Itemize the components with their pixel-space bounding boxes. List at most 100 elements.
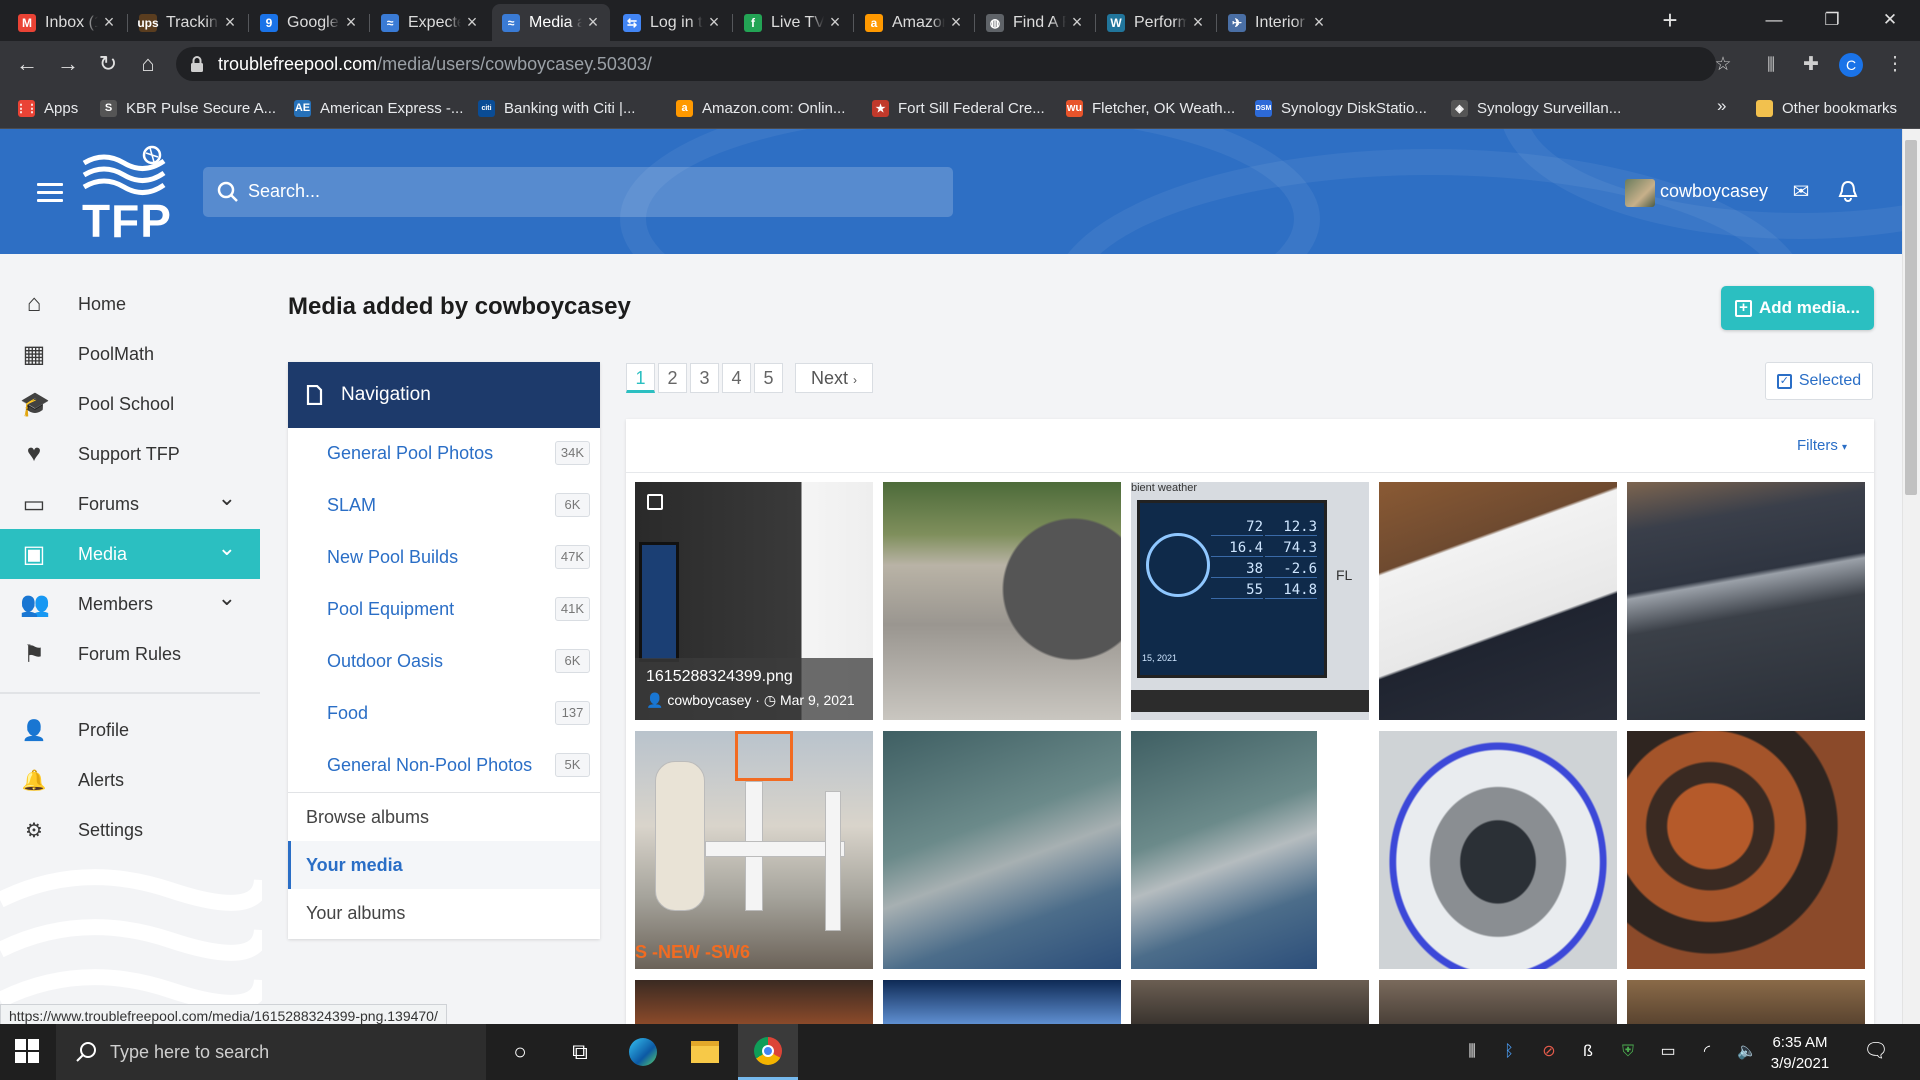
media-category-link[interactable]: Pool Equipment — [327, 599, 454, 620]
media-thumbnail[interactable] — [1379, 980, 1617, 1024]
sidebar-item-settings[interactable]: ⚙ Settings — [0, 805, 260, 855]
browser-tab[interactable]: f Live TV -× — [734, 4, 852, 41]
browser-tab[interactable]: ⇆ Log in to I× — [613, 4, 731, 41]
username-link[interactable]: cowboycasey — [1660, 181, 1768, 202]
close-tab-icon[interactable]: × — [461, 12, 483, 33]
nav-link-browse-albums[interactable]: Browse albums — [288, 793, 600, 841]
hamburger-menu-icon[interactable] — [37, 183, 63, 202]
browser-tab[interactable]: ≈ Media ado× — [492, 4, 610, 41]
next-page-button[interactable]: Next › — [795, 363, 873, 393]
close-tab-icon[interactable]: × — [98, 12, 120, 33]
sidebar-item-forums[interactable]: ▭ Forums ⌄ — [0, 479, 260, 529]
page-3-button[interactable]: 3 — [690, 363, 719, 393]
nav-link-your-albums[interactable]: Your albums — [288, 889, 600, 937]
media-thumbnail[interactable] — [1379, 482, 1617, 720]
media-thumbnail[interactable] — [1627, 482, 1865, 720]
nav-link-your-media[interactable]: Your media — [288, 841, 600, 889]
browser-tab[interactable]: W Performix× — [1097, 4, 1215, 41]
bookmark-item[interactable]: citi Banking with Citi |... — [478, 94, 635, 122]
reload-icon[interactable]: ↻ — [93, 49, 123, 79]
bluetooth-icon[interactable]: ᛒ — [1497, 1040, 1521, 1064]
minimize-window-button[interactable]: — — [1746, 0, 1802, 41]
notifications-icon[interactable]: 🗨 — [1862, 1038, 1890, 1064]
page-2-button[interactable]: 2 — [658, 363, 687, 393]
close-tab-icon[interactable]: × — [340, 12, 362, 33]
chrome-menu-icon[interactable]: ⋮ — [1882, 52, 1908, 78]
extension-bars-icon[interactable]: ⫼ — [1758, 52, 1784, 78]
select-checkbox[interactable] — [647, 494, 663, 510]
windows-start-icon[interactable] — [14, 1038, 40, 1064]
bookmark-item[interactable]: ⋮⋮ Apps — [16, 94, 78, 122]
add-media-button[interactable]: + Add media... — [1721, 286, 1874, 330]
sidebar-item-home[interactable]: ⌂ Home — [0, 279, 260, 329]
other-bookmarks[interactable]: Other bookmarks — [1756, 94, 1897, 122]
browser-tab[interactable]: ≈ Expected I× — [371, 4, 489, 41]
selected-toggle-button[interactable]: ✓ Selected — [1765, 362, 1873, 400]
alerts-bell-icon[interactable] — [1836, 180, 1860, 204]
lock-icon[interactable] — [190, 55, 204, 73]
close-tab-icon[interactable]: × — [824, 12, 846, 33]
sidebar-item-profile[interactable]: 👤 Profile — [0, 705, 260, 755]
bookmark-item[interactable]: a Amazon.com: Onlin... — [676, 94, 845, 122]
browser-tab[interactable]: 9 Google Ca× — [250, 4, 368, 41]
extensions-puzzle-icon[interactable]: ✚ — [1798, 52, 1824, 78]
security-alert-icon[interactable]: ⊘ — [1537, 1040, 1561, 1064]
task-view-icon[interactable]: ⧉ — [550, 1024, 610, 1080]
media-filename[interactable]: 1615288324399.png — [646, 668, 793, 686]
user-avatar[interactable] — [1625, 179, 1655, 207]
home-button-icon[interactable]: ⌂ — [133, 49, 163, 79]
media-thumbnail[interactable] — [883, 731, 1121, 969]
media-thumbnail[interactable] — [1627, 980, 1865, 1024]
media-category-link[interactable]: Food — [327, 703, 368, 724]
media-thumbnail[interactable] — [883, 980, 1121, 1024]
media-category-link[interactable]: Outdoor Oasis — [327, 651, 443, 672]
sidebar-item-poolmath[interactable]: ▦ PoolMath — [0, 329, 260, 379]
bookmark-item[interactable]: ◈ Synology Surveillan... — [1451, 94, 1621, 122]
close-tab-icon[interactable]: × — [1066, 12, 1088, 33]
edge-browser-icon[interactable] — [613, 1024, 673, 1080]
close-tab-icon[interactable]: × — [1308, 12, 1330, 33]
page-4-button[interactable]: 4 — [722, 363, 751, 393]
sidebar-item-pool-school[interactable]: 🎓 Pool School — [0, 379, 260, 429]
media-category-link[interactable]: General Non-Pool Photos — [327, 755, 532, 776]
close-tab-icon[interactable]: × — [945, 12, 967, 33]
scrollbar-thumb[interactable] — [1905, 140, 1917, 495]
volume-icon[interactable]: 🔈 — [1735, 1040, 1759, 1064]
bookmark-item[interactable]: AE American Express -... — [294, 94, 463, 122]
media-thumbnail[interactable]: bient weather 72 12.316.4 74.338 -2.655 14.8… — [1131, 482, 1369, 720]
wifi-icon[interactable]: ◜ — [1695, 1040, 1719, 1064]
taskbar-clock[interactable]: 6:35 AM 3/9/2021 — [1760, 1032, 1840, 1074]
profile-avatar[interactable]: C — [1839, 53, 1863, 77]
close-tab-icon[interactable]: × — [219, 12, 241, 33]
media-category-link[interactable]: General Pool Photos — [327, 443, 493, 464]
bookmark-item[interactable]: DSM Synology DiskStatio... — [1255, 94, 1427, 122]
more-bookmarks-chevron[interactable]: » — [1717, 96, 1726, 116]
media-thumbnail[interactable] — [1379, 731, 1617, 969]
close-tab-icon[interactable]: × — [1187, 12, 1209, 33]
url-text[interactable]: troublefreepool.com/media/users/cowboyca… — [218, 54, 652, 75]
media-category-link[interactable]: SLAM — [327, 495, 376, 516]
bookmark-star-icon[interactable]: ☆ — [1710, 52, 1736, 78]
browser-tab[interactable]: M Inbox (1) -× — [8, 4, 126, 41]
bookmark-item[interactable]: S KBR Pulse Secure A... — [100, 94, 276, 122]
taskbar-search-input[interactable]: Type here to search — [56, 1024, 486, 1080]
browser-tab[interactable]: a AmazonSr× — [855, 4, 973, 41]
media-thumbnail[interactable] — [883, 482, 1121, 720]
inbox-envelope-icon[interactable]: ✉ — [1789, 180, 1813, 204]
sidebar-item-media[interactable]: ▣ Media ⌄ — [0, 529, 260, 579]
sidebar-item-alerts[interactable]: 🔔 Alerts — [0, 755, 260, 805]
bookmark-item[interactable]: wu Fletcher, OK Weath... — [1066, 94, 1235, 122]
media-thumbnail[interactable] — [1131, 731, 1317, 969]
defender-shield-icon[interactable]: ⛨ — [1616, 1040, 1640, 1064]
chrome-taskbar-icon[interactable] — [738, 1024, 798, 1080]
close-tab-icon[interactable]: × — [703, 12, 725, 33]
logo-text[interactable]: TFP — [82, 194, 172, 248]
chevron-down-icon[interactable]: ⌄ — [218, 535, 236, 561]
browser-tab[interactable]: ◍ Find A Ret× — [976, 4, 1094, 41]
sidebar-item-forum-rules[interactable]: ⚑ Forum Rules — [0, 629, 260, 679]
bookmark-item[interactable]: ★ Fort Sill Federal Cre... — [872, 94, 1045, 122]
page-5-button[interactable]: 5 — [754, 363, 783, 393]
close-window-button[interactable]: ✕ — [1862, 0, 1918, 41]
new-tab-button[interactable]: + — [1655, 6, 1685, 36]
cortana-icon[interactable]: ○ — [490, 1024, 550, 1080]
